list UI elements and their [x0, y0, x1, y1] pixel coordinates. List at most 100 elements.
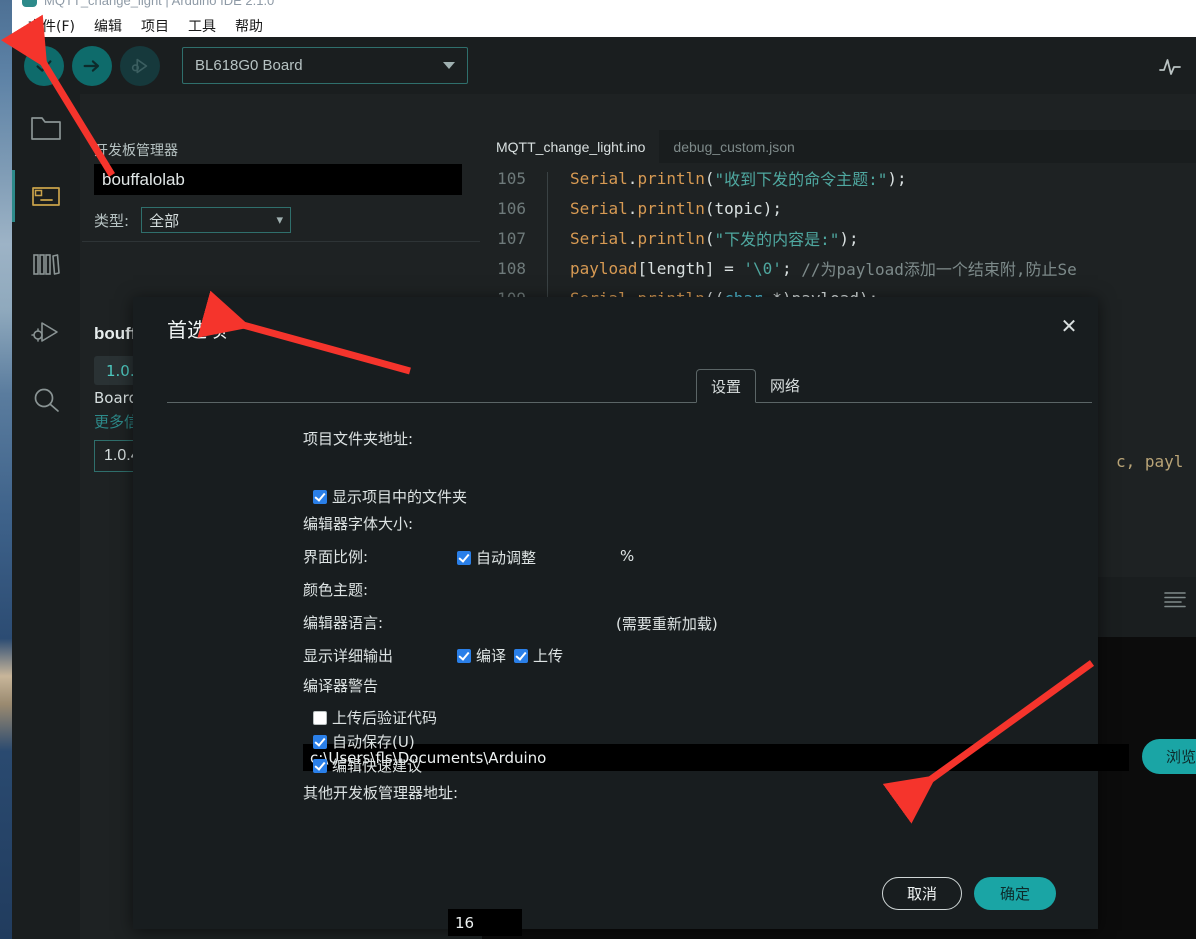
- auto-save-checkbox[interactable]: [313, 734, 327, 749]
- verify-after-upload-checkbox[interactable]: [313, 710, 327, 725]
- activity-bar: [12, 94, 80, 939]
- sketchbook-path-input[interactable]: c:\Users\fls\Documents\Arduino: [303, 744, 1129, 771]
- line-number: 107: [497, 228, 526, 248]
- auto-save-label: 自动保存(U): [332, 733, 415, 751]
- interface-scale-label: 界面比例:: [303, 548, 369, 566]
- close-icon[interactable]: ✕: [1056, 314, 1082, 340]
- debug-button[interactable]: [120, 45, 160, 86]
- verbose-label: 显示详细输出: [303, 647, 394, 665]
- line-number: 106: [497, 198, 526, 218]
- type-select[interactable]: 全部 ▾: [141, 207, 292, 233]
- boards-manager-search-input[interactable]: bouffalolab: [94, 164, 462, 195]
- verbose-compile-label: 编译: [476, 647, 507, 665]
- screen: MQTT_change_light | Arduino IDE 2.1.0 文件…: [0, 0, 1196, 939]
- browse-button[interactable]: 浏览: [1142, 739, 1196, 774]
- verbose-upload-row[interactable]: 上传: [514, 645, 563, 666]
- code-token: );: [839, 228, 859, 248]
- code-token: (: [704, 228, 715, 248]
- tab-network[interactable]: 网络: [756, 368, 814, 402]
- code-token: ;: [781, 258, 802, 278]
- show-files-checkbox[interactable]: [313, 489, 327, 504]
- code-token: Serial: [570, 168, 628, 188]
- line-number: 108: [497, 258, 526, 278]
- dialog-tabs: 设置 网络: [167, 367, 1092, 403]
- menu-help[interactable]: 帮助: [235, 16, 263, 36]
- debug-play-icon: [31, 322, 58, 342]
- auto-scale-label: 自动调整: [476, 549, 537, 567]
- auto-scale-checkbox[interactable]: [457, 550, 471, 565]
- code-line: 107 Serial. println("下发的内容是:");: [482, 223, 1196, 268]
- scale-unit: %: [620, 547, 634, 565]
- menubar: 文件(F) 编辑 项目 工具 帮助: [12, 14, 1196, 37]
- code-token: .: [627, 168, 638, 188]
- menu-sketch[interactable]: 项目: [141, 16, 169, 36]
- verbose-upload-checkbox[interactable]: [514, 648, 528, 663]
- cancel-button[interactable]: 取消: [882, 876, 962, 910]
- sketchbook-label-row: 项目文件夹地址:: [303, 428, 413, 449]
- boards-manager-title: 开发板管理器: [94, 143, 178, 159]
- menu-tools[interactable]: 工具: [188, 16, 216, 36]
- boards-manager-type-row: 类型: 全部 ▾: [94, 207, 292, 233]
- window-titlebar: MQTT_change_light | Arduino IDE 2.1.0: [12, 0, 1196, 14]
- interface-scale-row: 界面比例:: [303, 546, 368, 567]
- verify-after-upload-label: 上传后验证代码: [332, 709, 438, 727]
- code-token: ] =: [704, 258, 744, 278]
- verify-button[interactable]: [24, 45, 64, 86]
- menu-lines-icon[interactable]: [1164, 591, 1186, 609]
- show-files-row[interactable]: 显示项目中的文件夹: [313, 486, 467, 507]
- chevron-down-icon: [443, 62, 455, 69]
- tab-settings[interactable]: 设置: [696, 369, 757, 403]
- code-line: 105 Serial. println("收到下发的命令主题:");: [482, 163, 1196, 208]
- code-line: 108 payload[length] = '\0'; //为payload添加一…: [482, 253, 1196, 298]
- quick-suggestions-row[interactable]: 编辑快速建议: [313, 755, 422, 776]
- tab-debug-json[interactable]: debug_custom.json: [659, 130, 808, 163]
- code-side-fragment: c, payl: [1116, 452, 1184, 471]
- main-toolbar: BL618G0 Board: [12, 37, 1196, 94]
- upload-arrow-icon: [83, 59, 100, 72]
- window-title: MQTT_change_light | Arduino IDE 2.1.0: [44, 0, 275, 8]
- code-token: .: [627, 228, 638, 248]
- verify-check-icon: [36, 59, 52, 72]
- desktop-wallpaper: [0, 0, 12, 939]
- tab-sketch-ino[interactable]: MQTT_change_light.ino: [482, 130, 660, 163]
- ok-button[interactable]: 确定: [974, 876, 1056, 910]
- sidebar-item-debug[interactable]: [12, 298, 80, 366]
- panel-divider: [82, 241, 480, 242]
- board-selector[interactable]: BL618G0 Board: [182, 47, 468, 84]
- code-token: println: [637, 228, 705, 248]
- menu-edit[interactable]: 编辑: [94, 16, 122, 36]
- code-token: [: [637, 258, 648, 278]
- scale-unit-label: %: [620, 547, 635, 565]
- code-token: '\0': [743, 258, 782, 278]
- auto-scale-row[interactable]: 自动调整: [457, 547, 536, 568]
- code-line: 106 Serial. println(topic);: [482, 193, 1196, 238]
- language-row: 编辑器语言:: [303, 612, 383, 633]
- search-icon: [34, 388, 59, 412]
- quick-suggestions-checkbox[interactable]: [313, 758, 327, 773]
- show-files-label: 显示项目中的文件夹: [332, 488, 468, 506]
- sketchbook-label: 项目文件夹地址:: [303, 430, 414, 448]
- language-note: (需要重新加载): [616, 613, 718, 634]
- warnings-label: 编译器警告: [303, 677, 379, 695]
- sidebar-item-search[interactable]: [12, 366, 80, 434]
- sidebar-item-sketchbook[interactable]: [12, 94, 80, 162]
- verbose-compile-row[interactable]: 编译: [457, 645, 506, 666]
- auto-save-row[interactable]: 自动保存(U): [313, 731, 415, 752]
- code-token: payload: [570, 258, 638, 278]
- code-token: println: [637, 168, 705, 188]
- upload-button[interactable]: [72, 45, 112, 86]
- dialog-footer: 取消 确定: [133, 857, 1098, 929]
- code-token: );: [887, 168, 907, 188]
- verbose-compile-checkbox[interactable]: [457, 648, 471, 663]
- code-token: );: [762, 198, 782, 218]
- code-token: Serial: [570, 198, 628, 218]
- debug-play-icon: [131, 58, 148, 73]
- sidebar-item-library-manager[interactable]: [12, 230, 80, 298]
- serial-plotter-icon[interactable]: [1158, 56, 1182, 78]
- menu-file[interactable]: 文件(F): [28, 16, 75, 36]
- language-label: 编辑器语言:: [303, 614, 384, 632]
- verbose-row: 显示详细输出: [303, 645, 393, 666]
- code-token: topic: [714, 198, 763, 218]
- verify-after-upload-row[interactable]: 上传后验证代码: [313, 707, 437, 728]
- sidebar-item-boards-manager[interactable]: [12, 162, 80, 230]
